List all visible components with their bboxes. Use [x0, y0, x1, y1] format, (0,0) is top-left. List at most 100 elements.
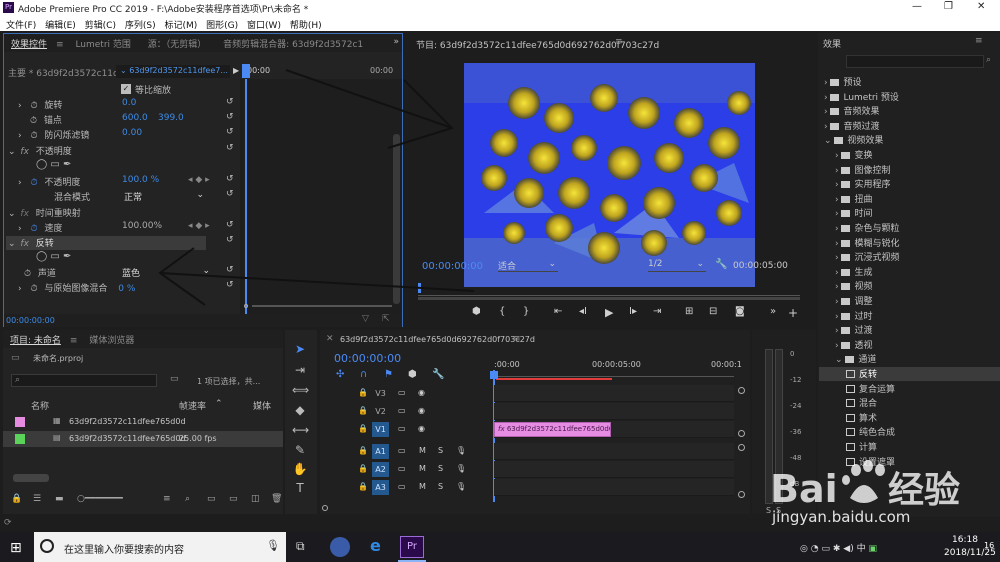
rectangle-mask-icon[interactable]: ▭ — [50, 159, 59, 170]
task-view-icon[interactable]: ⧉ — [296, 539, 305, 554]
sort-ascending-icon[interactable]: ⌃ — [215, 399, 223, 409]
ripple-edit-tool-icon[interactable]: ⟺ — [292, 383, 309, 399]
solo-right[interactable]: S — [776, 506, 781, 515]
track-lock-icon[interactable]: 🔒 — [358, 424, 368, 433]
track-lane[interactable] — [494, 461, 734, 478]
voice-over-icon[interactable]: 🎙 — [456, 446, 466, 455]
chevron-down-icon[interactable]: ⌄ — [824, 136, 834, 146]
program-timecode[interactable]: 00:00:00:00 — [422, 261, 483, 272]
tab-audio-clip-mixer[interactable]: 音频剪辑混合器: 63d9f2d3572c1 — [216, 34, 370, 53]
column-frame-rate[interactable]: 帧速率 — [179, 399, 206, 412]
premiere-taskbar-icon[interactable]: Pr — [400, 536, 424, 558]
sync-lock-icon[interactable]: ▭ — [398, 388, 406, 397]
effects-tree-item[interactable]: 算术 — [846, 411, 877, 426]
invert-section-row[interactable]: ⌄ fx 反转 — [8, 236, 54, 251]
antiflicker-value[interactable]: 0.00 — [122, 128, 142, 138]
rectangle-mask-icon[interactable]: ▭ — [50, 251, 59, 262]
reset-icon[interactable]: ↺ — [226, 265, 396, 275]
track-target-a2[interactable]: A2 — [372, 462, 389, 477]
sync-lock-icon[interactable]: ▭ — [398, 406, 406, 415]
export-icon[interactable]: ⇱ — [382, 314, 390, 324]
scroll-handle-left[interactable] — [244, 304, 248, 308]
keyframe-nav-icon[interactable]: ◂ ◆ ▸ — [188, 221, 210, 231]
lock-icon[interactable]: 🔒 — [11, 494, 22, 504]
effects-tree-item[interactable]: › 图像控制 — [835, 163, 890, 178]
channel-dropdown[interactable]: 蓝色 ⌄ — [122, 266, 210, 279]
mark-out-icon[interactable]: } — [523, 306, 529, 317]
track-lock-icon[interactable]: 🔒 — [358, 406, 368, 415]
effects-tree-item[interactable]: › 调整 — [835, 294, 872, 309]
add-marker-icon[interactable]: ⬢ — [408, 369, 417, 380]
search-bin-icon[interactable]: ⌕ — [185, 494, 190, 504]
stopwatch-icon[interactable]: ⏱ — [24, 269, 31, 279]
reset-icon[interactable]: ↺ — [226, 189, 396, 199]
video-clip[interactable]: fx 63d9f2d3572c11dfee765d0d69 — [494, 422, 611, 437]
scroll-handle-left[interactable] — [322, 505, 328, 511]
linked-selection-icon[interactable]: ⚑ — [384, 369, 393, 380]
sync-lock-icon[interactable]: ▭ — [398, 464, 406, 473]
mute-icon[interactable]: M — [419, 464, 426, 473]
project-search-input[interactable]: ⌕ — [11, 374, 157, 387]
effects-tree-item[interactable]: › 预设 — [824, 75, 861, 90]
minimize-icon[interactable]: — — [912, 1, 922, 12]
razor-tool-icon[interactable]: ◆ — [292, 403, 308, 419]
track-target-v3[interactable]: V3 — [372, 386, 389, 401]
effects-tree-item[interactable]: 反转 — [846, 367, 877, 382]
lift-icon[interactable]: ⊞ — [685, 306, 693, 317]
program-time-ruler[interactable] — [418, 288, 800, 296]
sync-lock-icon[interactable]: ▭ — [398, 424, 406, 433]
sync-lock-icon[interactable]: ▭ — [398, 482, 406, 491]
slip-tool-icon[interactable]: ⟷ — [292, 423, 309, 439]
effects-tree-item[interactable]: › 扭曲 — [835, 192, 872, 207]
blend-mode-dropdown[interactable]: 正常 ⌄ — [124, 190, 204, 203]
taskbar-search-box[interactable]: 在这里输入你要搜索的内容 🎙 — [34, 532, 286, 562]
reset-icon[interactable]: ↺ — [226, 235, 396, 245]
stopwatch-icon[interactable]: ⏱ — [30, 131, 37, 141]
effects-tree-item[interactable]: › 变换 — [835, 148, 872, 163]
track-lane[interactable] — [494, 403, 734, 420]
panel-menu-icon[interactable]: ≡ — [68, 333, 80, 349]
project-horizontal-scrollbar[interactable] — [13, 474, 49, 482]
timeline-ruler[interactable] — [494, 371, 734, 377]
tab-lumetri-scopes[interactable]: Lumetri 范围 — [68, 34, 137, 53]
expand-arrow-icon[interactable]: › — [18, 224, 22, 234]
anchor-y-value[interactable]: 399.0 — [158, 113, 184, 123]
wrench-icon[interactable]: 🔧 — [715, 259, 727, 270]
volume-icon[interactable]: ◀) — [843, 544, 853, 554]
expand-arrow-icon[interactable]: › — [18, 284, 22, 294]
effects-search-input[interactable] — [846, 55, 984, 68]
chevron-down-icon[interactable]: ⌄ — [835, 355, 845, 365]
ec-bottom-timecode[interactable]: 00:00:00:00 — [6, 316, 55, 325]
clock-time[interactable]: 16:18 — [952, 535, 978, 545]
go-to-out-icon[interactable]: ⇥ — [653, 306, 661, 317]
scroll-handle-top[interactable] — [738, 387, 745, 394]
voice-over-icon[interactable]: 🎙 — [456, 464, 466, 473]
filter-icon[interactable]: ▽ — [362, 314, 369, 324]
reset-icon[interactable]: ↺ — [226, 280, 396, 290]
reset-icon[interactable]: ↺ — [226, 174, 396, 184]
effects-tree-item[interactable]: › 音频效果 — [824, 104, 879, 119]
ec-horizontal-scrollbar[interactable] — [240, 302, 400, 310]
reset-icon[interactable]: ↺ — [226, 220, 396, 230]
effects-tree-item[interactable]: › 沉浸式视频 — [835, 250, 899, 265]
wrench-icon[interactable]: 🔧 — [432, 369, 444, 380]
panel-menu-icon[interactable]: ≡ — [975, 36, 983, 46]
track-target-a1[interactable]: A1 — [372, 444, 389, 459]
hand-tool-icon[interactable]: ✋ — [292, 462, 308, 478]
tab-project[interactable]: 项目: 未命名 — [3, 330, 68, 349]
menu-clip[interactable]: 剪辑(C) — [85, 18, 116, 31]
new-bin-icon[interactable]: ▭ — [170, 374, 179, 384]
voice-over-icon[interactable]: 🎙 — [456, 482, 466, 491]
menu-help[interactable]: 帮助(H) — [290, 18, 322, 31]
timeline-horizontal-scrollbar[interactable] — [322, 505, 736, 511]
opacity-value[interactable]: 100.0 % — [122, 175, 159, 185]
track-target-v2[interactable]: V2 — [372, 404, 389, 419]
expand-arrow-icon[interactable]: ⌄ — [8, 209, 16, 219]
sort-icon[interactable]: ≡ — [163, 494, 171, 504]
zoom-slider[interactable]: ○━━━━━━━ — [77, 494, 123, 504]
effects-tree-item[interactable]: 纯色合成 — [846, 425, 895, 440]
program-video-frame[interactable] — [464, 63, 755, 287]
stopwatch-icon[interactable]: ⏱ — [30, 224, 37, 234]
tab-source[interactable]: 源：（无剪辑） — [141, 34, 214, 53]
effects-tree-item[interactable]: › 视频 — [835, 279, 872, 294]
